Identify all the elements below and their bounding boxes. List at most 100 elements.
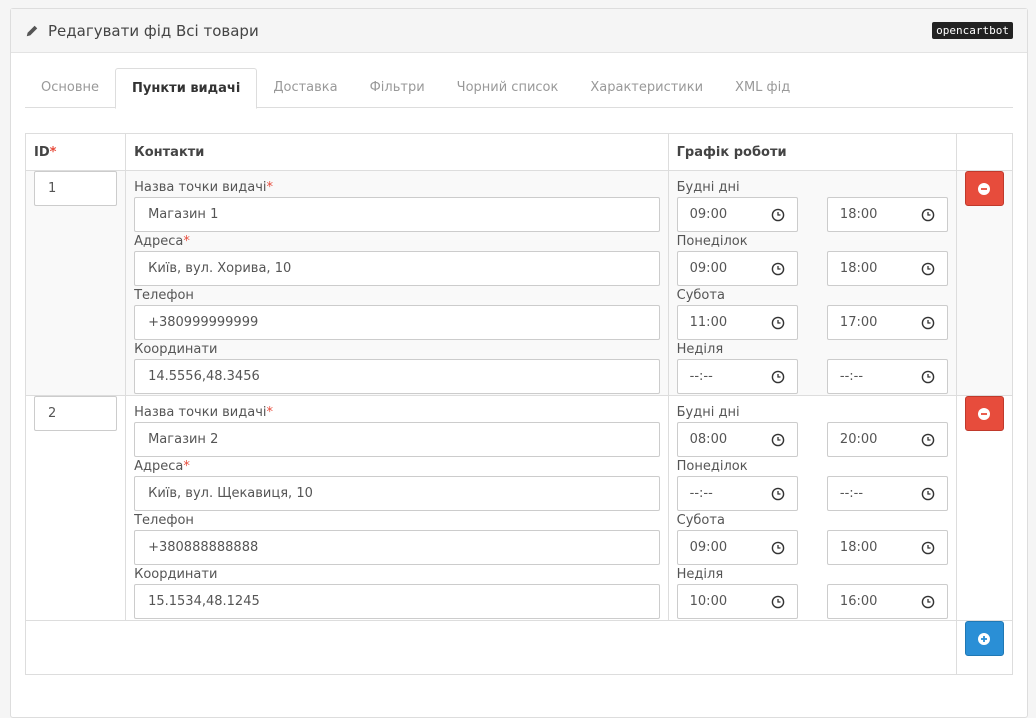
tab-delivery[interactable]: Доставка: [257, 68, 353, 108]
label-name: Назва точки видачі*: [134, 405, 274, 420]
clock-icon: [921, 487, 935, 500]
time-from-input[interactable]: 08:00: [676, 422, 798, 457]
time-from-input[interactable]: 09:00: [676, 530, 798, 565]
actions-cell: [955, 395, 1014, 621]
clock-icon: [771, 433, 784, 446]
clock-icon: [921, 433, 935, 446]
clock-icon: [921, 316, 935, 329]
add-cell: [955, 620, 1014, 675]
clock-icon: [771, 316, 784, 329]
pickup-points-table: ID* Контакти Графік роботи 1 Назва точки …: [24, 133, 1014, 675]
tab-main[interactable]: Основне: [25, 68, 115, 108]
minus-circle-icon: [978, 407, 991, 420]
time-range-weekdays: 08:00 20:00: [676, 422, 948, 457]
id-cell: 2: [24, 395, 127, 621]
id-field[interactable]: 2: [34, 396, 117, 431]
address-field[interactable]: Київ, вул. Щекавиця, 10: [134, 476, 660, 511]
column-header-contacts: Контакти: [125, 133, 669, 171]
id-field[interactable]: 1: [34, 171, 117, 206]
time-to-input[interactable]: 18:00: [826, 251, 948, 286]
clock-icon: [921, 208, 935, 221]
time-from-input[interactable]: 09:00: [676, 251, 798, 286]
phone-field[interactable]: +380999999999: [134, 305, 660, 340]
clock-icon: [921, 262, 935, 275]
table-row: 2 Назва точки видачі* Магазин 2 Адреса* Київ…: [24, 395, 1014, 621]
time-range-monday: --:-- --:--: [676, 476, 948, 511]
tab-blacklist[interactable]: Чорний список: [441, 68, 575, 108]
schedule-cell: Будні дні 08:00 20:00 Понеділок --:-- --:-- Су…: [667, 395, 957, 621]
tab-filters[interactable]: Фільтри: [354, 68, 441, 108]
clock-icon: [921, 595, 935, 608]
time-to-input[interactable]: --:--: [826, 476, 948, 511]
time-range-saturday: 11:00 17:00: [676, 305, 948, 340]
panel-heading: Редагувати фід Всі товари opencartbot: [11, 9, 1027, 53]
contacts-cell: Назва точки видачі* Магазин 1 Адреса* Київ,…: [125, 170, 669, 396]
label-monday: Понеділок: [676, 459, 748, 474]
coords-field[interactable]: 14.5556,48.3456: [134, 359, 660, 394]
time-from-input[interactable]: 09:00: [676, 197, 798, 232]
time-range-weekdays: 09:00 18:00: [676, 197, 948, 232]
actions-cell: [955, 170, 1014, 396]
clock-icon: [771, 208, 784, 221]
clock-icon: [771, 595, 784, 608]
table-row: 1 Назва точки видачі* Магазин 1 Адреса* Київ…: [24, 170, 1014, 396]
label-monday: Понеділок: [676, 234, 748, 249]
clock-icon: [921, 541, 935, 554]
label-weekdays: Будні дні: [676, 405, 740, 420]
time-to-input[interactable]: 17:00: [826, 305, 948, 340]
page-title-text: Редагувати фід Всі товари: [48, 21, 259, 40]
time-range-saturday: 09:00 18:00: [676, 530, 948, 565]
table-footer: [25, 620, 957, 675]
edit-feed-panel: Редагувати фід Всі товари opencartbot Ос…: [10, 8, 1028, 718]
time-to-input[interactable]: 18:00: [826, 197, 948, 232]
name-field[interactable]: Магазин 1: [134, 197, 660, 232]
label-phone: Телефон: [134, 513, 194, 528]
page-title: Редагувати фід Всі товари: [25, 22, 259, 40]
address-field[interactable]: Київ, вул. Хорива, 10: [134, 251, 660, 286]
tab-pickup-points[interactable]: Пункти видачі: [115, 68, 258, 109]
tab-xml-feed[interactable]: XML фід: [719, 68, 806, 108]
time-to-input[interactable]: --:--: [826, 359, 948, 394]
label-address: Адреса*: [134, 234, 190, 249]
contacts-cell: Назва точки видачі* Магазин 2 Адреса* Київ,…: [125, 395, 669, 621]
coords-field[interactable]: 15.1534,48.1245: [134, 584, 660, 619]
time-from-input[interactable]: 10:00: [676, 584, 798, 619]
label-weekdays: Будні дні: [676, 180, 740, 195]
label-saturday: Субота: [676, 513, 725, 528]
add-point-button[interactable]: [964, 621, 1004, 656]
time-from-input[interactable]: --:--: [676, 359, 798, 394]
clock-icon: [921, 370, 935, 383]
clock-icon: [771, 262, 784, 275]
label-coords: Координати: [134, 567, 218, 582]
label-coords: Координати: [134, 342, 218, 357]
time-from-input[interactable]: 11:00: [676, 305, 798, 340]
time-from-input[interactable]: --:--: [676, 476, 798, 511]
time-to-input[interactable]: 18:00: [826, 530, 948, 565]
time-range-monday: 09:00 18:00: [676, 251, 948, 286]
time-to-input[interactable]: 16:00: [826, 584, 948, 619]
time-range-sunday: 10:00 16:00: [676, 584, 948, 619]
label-name: Назва точки видачі*: [134, 180, 274, 195]
tab-attributes[interactable]: Характеристики: [574, 68, 719, 108]
time-to-input[interactable]: 20:00: [826, 422, 948, 457]
label-phone: Телефон: [134, 288, 194, 303]
name-field[interactable]: Магазин 2: [134, 422, 660, 457]
id-cell: 1: [24, 170, 127, 396]
label-address: Адреса*: [134, 459, 190, 474]
schedule-cell: Будні дні 09:00 18:00 Понеділок 09:00 18:00 Су…: [667, 170, 957, 396]
column-header-schedule: Графік роботи: [667, 133, 957, 171]
column-header-actions: [955, 133, 1014, 171]
remove-point-button[interactable]: [964, 171, 1004, 206]
label-sunday: Неділя: [676, 342, 724, 357]
plus-circle-icon: [978, 632, 991, 645]
pencil-icon: [26, 25, 38, 36]
phone-field[interactable]: +380888888888: [134, 530, 660, 565]
clock-icon: [771, 487, 784, 500]
clock-icon: [771, 370, 784, 383]
column-header-id: ID*: [24, 133, 127, 171]
label-saturday: Субота: [676, 288, 725, 303]
label-sunday: Неділя: [676, 567, 724, 582]
remove-point-button[interactable]: [964, 396, 1004, 431]
time-range-sunday: --:-- --:--: [676, 359, 948, 394]
tab-bar: Основне Пункти видачі Доставка Фільтри Ч…: [25, 68, 1013, 109]
